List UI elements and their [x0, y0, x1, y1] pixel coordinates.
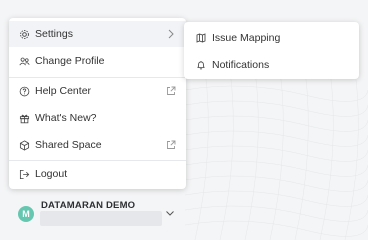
menu-item-label: What's New?: [35, 112, 97, 124]
submenu-item-issue-mapping[interactable]: Issue Mapping: [184, 26, 359, 50]
map-icon: [196, 33, 206, 43]
external-link-icon: [166, 86, 176, 96]
menu-item-logout[interactable]: Logout: [9, 161, 186, 187]
submenu-item-label: Issue Mapping: [212, 32, 281, 44]
menu-item-change-profile[interactable]: Change Profile: [9, 48, 186, 74]
cube-icon: [19, 139, 30, 151]
question-circle-icon: [19, 86, 30, 97]
chevron-right-icon: [166, 29, 176, 39]
menu-item-whats-new[interactable]: What's New?: [9, 105, 186, 131]
menu-item-shared-space[interactable]: Shared Space: [9, 132, 186, 158]
menu-item-label: Logout: [35, 168, 68, 180]
avatar: M: [18, 206, 34, 222]
external-link-icon: [166, 140, 176, 150]
user-email-redacted: [40, 211, 162, 226]
gift-icon: [19, 113, 30, 124]
user-account-switcher[interactable]: M DATAMARAN DEMO: [10, 199, 184, 229]
background-wave-pattern: [185, 70, 368, 240]
menu-item-label: Help Center: [35, 85, 92, 97]
submenu-item-label: Notifications: [212, 59, 270, 71]
menu-item-label: Shared Space: [35, 139, 102, 151]
users-icon: [19, 56, 30, 67]
menu-item-label: Change Profile: [35, 55, 105, 67]
menu-item-label: Settings: [35, 28, 73, 40]
bell-icon: [196, 60, 206, 70]
user-name: DATAMARAN DEMO: [41, 200, 136, 211]
menu-item-help-center[interactable]: Help Center: [9, 78, 186, 104]
submenu-item-notifications[interactable]: Notifications: [184, 53, 359, 77]
user-dropdown-menu: Settings Change Profile Help Center What…: [9, 18, 186, 189]
settings-submenu: Issue Mapping Notifications: [184, 22, 359, 79]
gear-icon: [19, 29, 30, 40]
logout-icon: [19, 169, 30, 180]
chevron-down-icon[interactable]: [165, 208, 175, 218]
menu-item-settings[interactable]: Settings: [9, 21, 186, 47]
